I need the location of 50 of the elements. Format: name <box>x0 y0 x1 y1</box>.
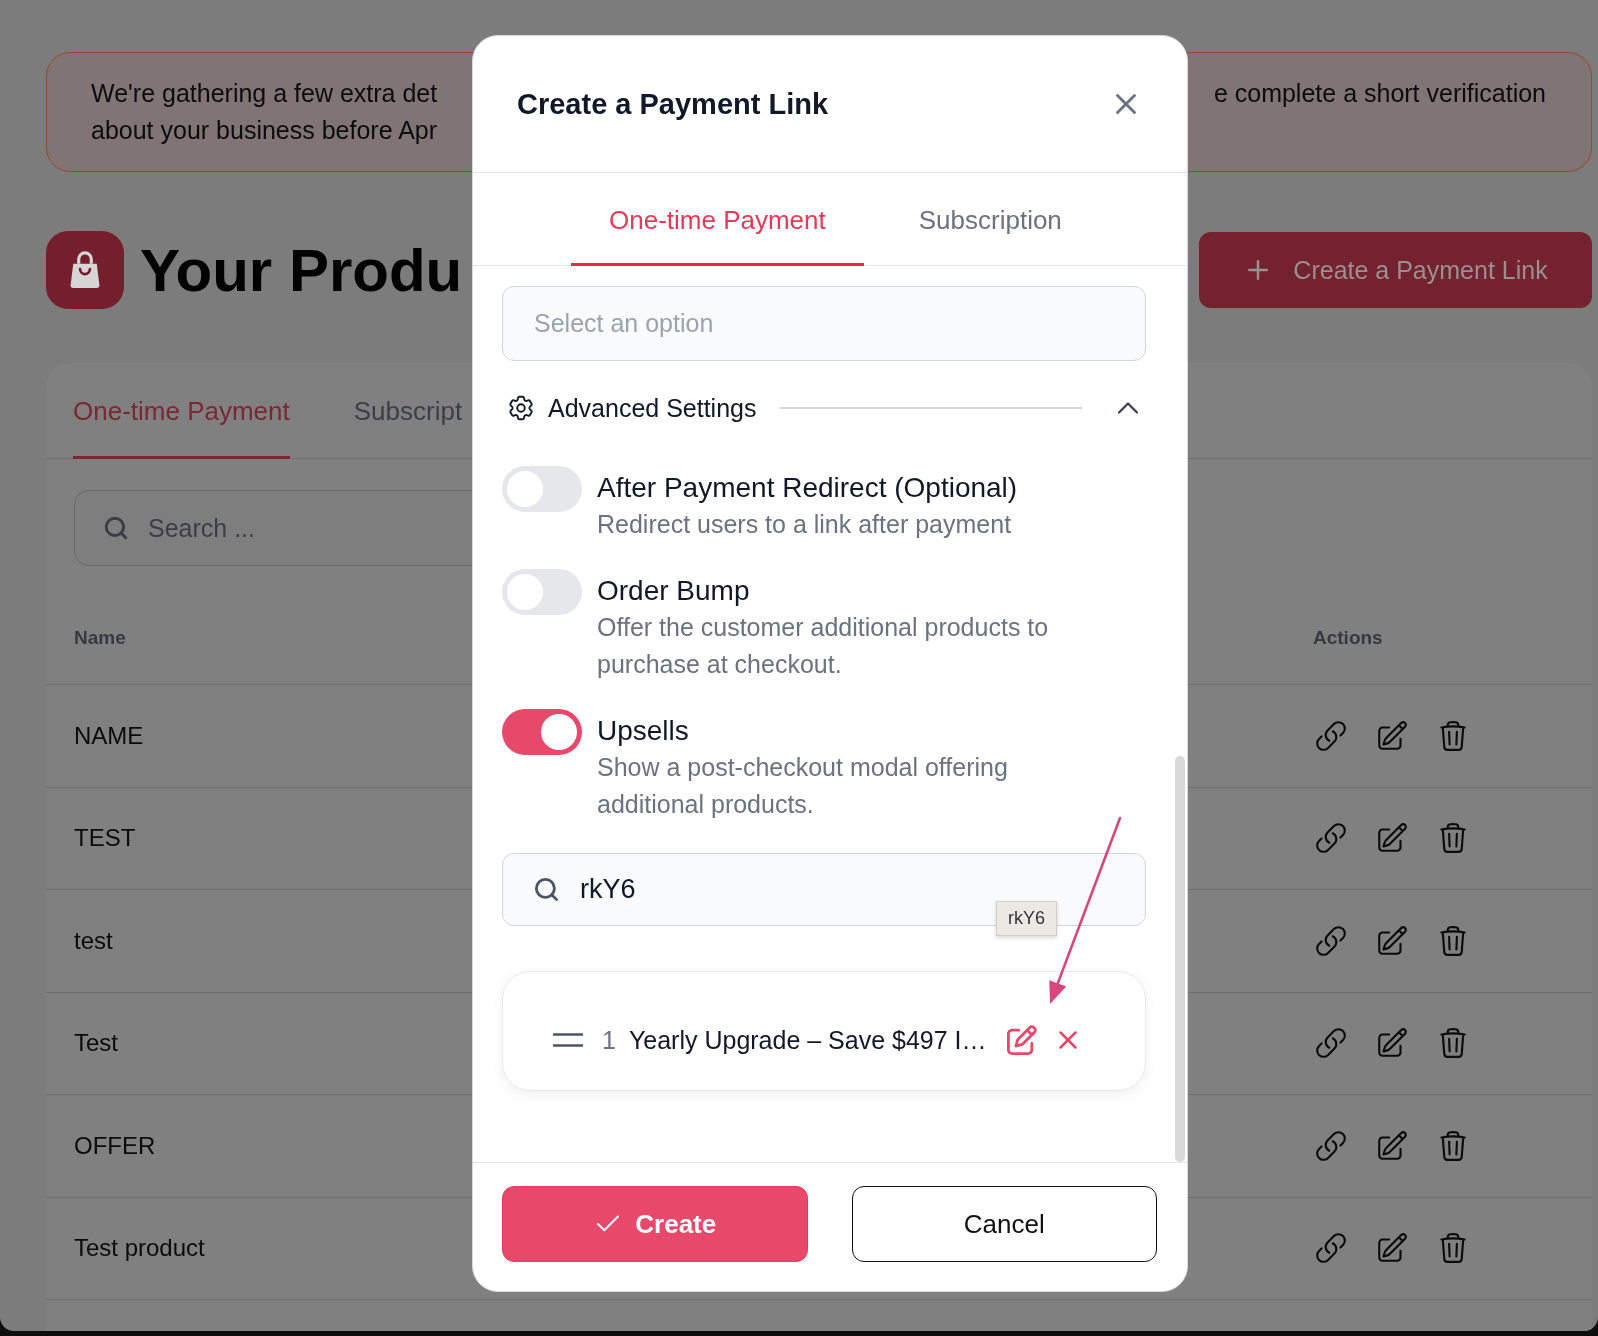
edit-icon[interactable] <box>1375 923 1409 958</box>
tab[interactable]: One-time Payment <box>571 173 864 266</box>
link-icon[interactable] <box>1314 1231 1348 1266</box>
search-icon <box>103 515 129 541</box>
modal-title: Create a Payment Link <box>517 87 829 121</box>
column-header: Actions <box>1313 626 1383 649</box>
table-cell: test <box>74 926 113 955</box>
button-label: Create a Payment Link <box>1293 255 1548 285</box>
option-description: Offer the customer additional products to purchase at checkout. <box>597 612 1050 680</box>
column-header: Name <box>74 626 126 649</box>
edit-icon[interactable] <box>1006 1025 1037 1055</box>
table-cell: Test product <box>74 1234 205 1263</box>
notice-text: e complete a short verification <box>1213 78 1546 109</box>
tab[interactable]: One-time Payment <box>73 363 290 459</box>
item-number: 1 <box>602 1025 616 1055</box>
tooltip: rkY6 <box>996 901 1057 936</box>
search-icon <box>533 876 560 903</box>
cancel-button[interactable]: Cancel <box>851 1186 1157 1262</box>
create-payment-link-button[interactable]: Create a Payment Link <box>1199 232 1592 308</box>
select-field[interactable]: Select an option <box>502 286 1146 361</box>
option-title: After Payment Redirect (Optional) <box>597 471 1018 505</box>
notice-text: We're gathering a few extra det about your business before Apr <box>91 78 438 146</box>
toggle-switch[interactable] <box>502 569 582 615</box>
table-cell: TEST <box>74 824 136 853</box>
option-title: Order Bump <box>597 574 751 608</box>
toggle-switch[interactable] <box>502 709 582 755</box>
item-title: Yearly Upgrade – Save $497 I… <box>628 1025 987 1055</box>
option-title: Upsells <box>597 714 690 748</box>
settings-icon <box>506 393 536 423</box>
edit-icon[interactable] <box>1375 718 1409 753</box>
shopping-bag-icon <box>46 231 124 309</box>
option-description: Redirect users to a link after payment <box>597 509 1013 540</box>
table-cell: OFFER <box>74 1131 156 1160</box>
link-icon[interactable] <box>1314 1026 1348 1061</box>
link-icon[interactable] <box>1314 1128 1348 1163</box>
edit-icon[interactable] <box>1375 1128 1409 1163</box>
link-icon[interactable] <box>1314 821 1348 856</box>
option-description: Show a post-checkout modal offering additional products. <box>597 752 1009 820</box>
link-icon[interactable] <box>1314 718 1348 753</box>
tab[interactable]: Subscript <box>353 363 463 459</box>
create-button[interactable]: Create <box>502 1186 808 1262</box>
scrollbar-thumb[interactable] <box>1175 756 1185 1162</box>
link-icon[interactable] <box>1314 923 1348 958</box>
page-title: Your Produ <box>140 235 463 305</box>
toggle-switch[interactable] <box>502 466 582 512</box>
drag-handle-icon[interactable] <box>553 1033 583 1047</box>
tab[interactable]: Subscription <box>880 173 1100 266</box>
table-cell: NAME <box>74 721 144 750</box>
table-cell: Test <box>74 1029 118 1058</box>
section-label: Advanced Settings <box>548 393 757 423</box>
